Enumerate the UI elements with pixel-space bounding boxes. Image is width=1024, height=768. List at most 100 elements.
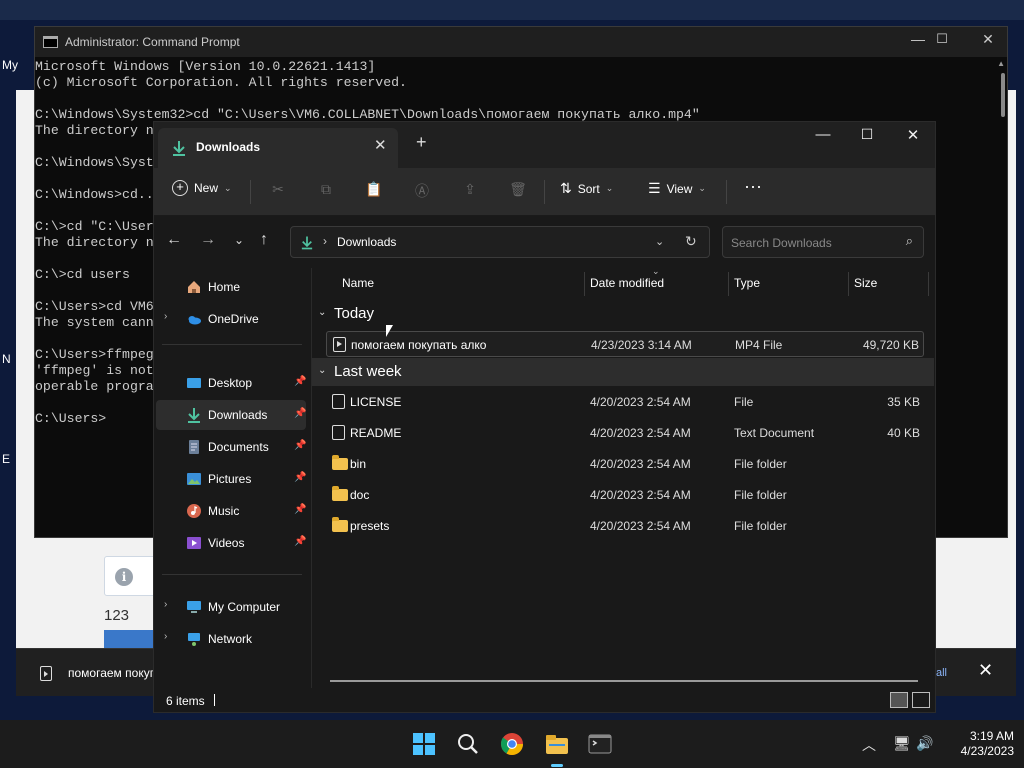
- network-icon[interactable]: 🖥: [893, 735, 911, 752]
- more-options-icon[interactable]: ···: [744, 176, 762, 197]
- search-input[interactable]: [731, 234, 891, 252]
- search-box[interactable]: ⌕: [722, 226, 924, 258]
- cut-icon[interactable]: ✂: [269, 181, 287, 199]
- details-view-icon[interactable]: [890, 692, 908, 708]
- share-icon[interactable]: ⇪: [461, 181, 479, 199]
- column-header-type[interactable]: Type: [734, 276, 760, 290]
- view-button[interactable]: ☰ View ⌄: [648, 180, 706, 197]
- close-tab-icon[interactable]: ✕: [374, 136, 387, 154]
- sidebar-item-home[interactable]: Home: [156, 272, 306, 302]
- home-icon: [188, 281, 200, 293]
- column-separator[interactable]: [728, 272, 729, 296]
- file-row[interactable]: bin 4/20/2023 2:54 AM File folder: [326, 451, 924, 477]
- close-icon[interactable]: ✕: [890, 126, 936, 144]
- column-separator[interactable]: [848, 272, 849, 296]
- terminal-icon[interactable]: [586, 730, 614, 758]
- chevron-down-icon[interactable]: ⌄: [655, 235, 664, 248]
- background-button[interactable]: [104, 630, 154, 650]
- file-name: помогаем покупать алко: [351, 338, 487, 352]
- sidebar-item-videos[interactable]: Videos 📌: [156, 528, 306, 558]
- column-header-name[interactable]: Name: [342, 276, 374, 290]
- file-size: 49,720 KB: [862, 338, 919, 352]
- windows-start-icon[interactable]: [410, 730, 438, 758]
- sidebar-item-music[interactable]: Music 📌: [156, 496, 306, 526]
- file-explorer-window[interactable]: Downloads ✕ + — ☐ ✕ + New ⌄ ✂ ⧉ 📋 Ⓐ ⇪ 🗑 …: [153, 121, 936, 713]
- column-header-size[interactable]: Size: [854, 276, 877, 290]
- view-icon: ☰: [648, 180, 661, 196]
- chrome-icon[interactable]: [498, 730, 526, 758]
- search-icon[interactable]: [454, 730, 482, 758]
- file-type: File: [734, 395, 754, 409]
- file-explorer-icon[interactable]: [543, 730, 571, 758]
- cmd-scrollbar[interactable]: [1001, 73, 1005, 117]
- chevron-down-icon[interactable]: ⌄: [318, 365, 326, 376]
- chevron-right-icon[interactable]: ›: [164, 599, 167, 610]
- tab-label: Downloads: [196, 140, 261, 154]
- chevron-down-icon[interactable]: ⌄: [318, 307, 326, 318]
- show-all-link[interactable]: all: [936, 667, 947, 679]
- sidebar-item-label: Documents: [208, 440, 269, 454]
- clock[interactable]: 3:19 AM 4/23/2023: [944, 729, 1014, 759]
- file-row[interactable]: presets 4/20/2023 2:54 AM File folder: [326, 513, 924, 539]
- divider: [162, 344, 302, 345]
- tab-downloads[interactable]: Downloads ✕: [158, 128, 398, 168]
- back-icon[interactable]: ←: [166, 231, 182, 249]
- search-icon[interactable]: ⌕: [906, 233, 913, 249]
- sidebar-item-my-computer[interactable]: › My Computer: [156, 592, 306, 622]
- rename-icon[interactable]: Ⓐ: [413, 181, 431, 199]
- column-separator[interactable]: [928, 272, 929, 296]
- column-separator[interactable]: [584, 272, 585, 296]
- breadcrumb[interactable]: Downloads: [337, 235, 396, 249]
- file-type: File folder: [734, 457, 787, 471]
- sidebar-item-documents[interactable]: Documents 📌: [156, 432, 306, 462]
- new-tab-icon[interactable]: +: [416, 132, 427, 153]
- download-icon: [301, 236, 313, 250]
- scroll-up-icon[interactable]: ▲: [997, 59, 1005, 68]
- file-row[interactable]: doc 4/20/2023 2:54 AM File folder: [326, 482, 924, 508]
- sidebar-item-label: Pictures: [208, 472, 252, 486]
- refresh-icon[interactable]: ↻: [685, 233, 697, 250]
- recent-locations-icon[interactable]: ⌄: [234, 233, 244, 247]
- forward-icon[interactable]: →: [200, 231, 216, 249]
- sidebar-item-desktop[interactable]: Desktop 📌: [156, 368, 306, 398]
- close-icon[interactable]: ✕: [965, 31, 1011, 48]
- chevron-right-icon[interactable]: ›: [164, 311, 167, 322]
- sidebar-item-pictures[interactable]: Pictures 📌: [156, 464, 306, 494]
- file-date: 4/20/2023 2:54 AM: [590, 488, 691, 502]
- chevron-right-icon[interactable]: ›: [164, 631, 167, 642]
- file-row[interactable]: помогаем покупать алко 4/23/2023 3:14 AM…: [326, 331, 924, 357]
- file-row[interactable]: README 4/20/2023 2:54 AM Text Document 4…: [326, 420, 924, 446]
- download-file-name[interactable]: помогаем покуп: [68, 666, 156, 680]
- close-icon[interactable]: ✕: [978, 660, 993, 681]
- cmd-title: Administrator: Command Prompt: [65, 35, 240, 49]
- delete-icon[interactable]: 🗑: [509, 181, 527, 199]
- chevron-down-icon: ⌄: [698, 183, 706, 193]
- sort-button[interactable]: ⇅ Sort ⌄: [560, 180, 613, 197]
- file-icon: [332, 394, 345, 409]
- group-header-last-week[interactable]: ⌄ Last week: [312, 358, 934, 386]
- tiles-view-icon[interactable]: [912, 692, 930, 708]
- maximize-icon[interactable]: ☐: [919, 31, 965, 47]
- volume-icon[interactable]: 🔊: [916, 735, 933, 752]
- sidebar-item-downloads[interactable]: Downloads 📌: [156, 400, 306, 430]
- minimize-icon[interactable]: —: [800, 126, 846, 143]
- maximize-icon[interactable]: ☐: [844, 126, 890, 143]
- column-header-date[interactable]: Date modified: [590, 276, 664, 290]
- chevron-up-icon[interactable]: ︿: [862, 735, 876, 755]
- sidebar-item-onedrive[interactable]: › OneDrive: [156, 304, 306, 334]
- new-button[interactable]: + New ⌄: [172, 180, 232, 196]
- tab-bar: Downloads ✕ + — ☐ ✕: [154, 122, 935, 168]
- video-file-icon: [40, 666, 52, 681]
- file-row[interactable]: LICENSE 4/20/2023 2:54 AM File 35 KB: [326, 389, 924, 415]
- address-bar[interactable]: › Downloads ⌄ ↻: [290, 226, 710, 258]
- sidebar-item-network[interactable]: › Network: [156, 624, 306, 654]
- group-header-today[interactable]: ⌄ Today: [312, 300, 934, 328]
- horizontal-scrollbar[interactable]: [330, 680, 918, 682]
- copy-icon[interactable]: ⧉: [317, 181, 335, 199]
- paste-icon[interactable]: 📋: [365, 181, 383, 199]
- cmd-line: Microsoft Windows [Version 10.0.22621.14…: [35, 59, 376, 74]
- cmd-title-bar[interactable]: Administrator: Command Prompt — ☐ ✕: [35, 27, 1007, 57]
- clock-time: 3:19 AM: [969, 729, 1014, 743]
- up-icon[interactable]: ↑: [260, 231, 268, 249]
- file-type: MP4 File: [735, 338, 783, 352]
